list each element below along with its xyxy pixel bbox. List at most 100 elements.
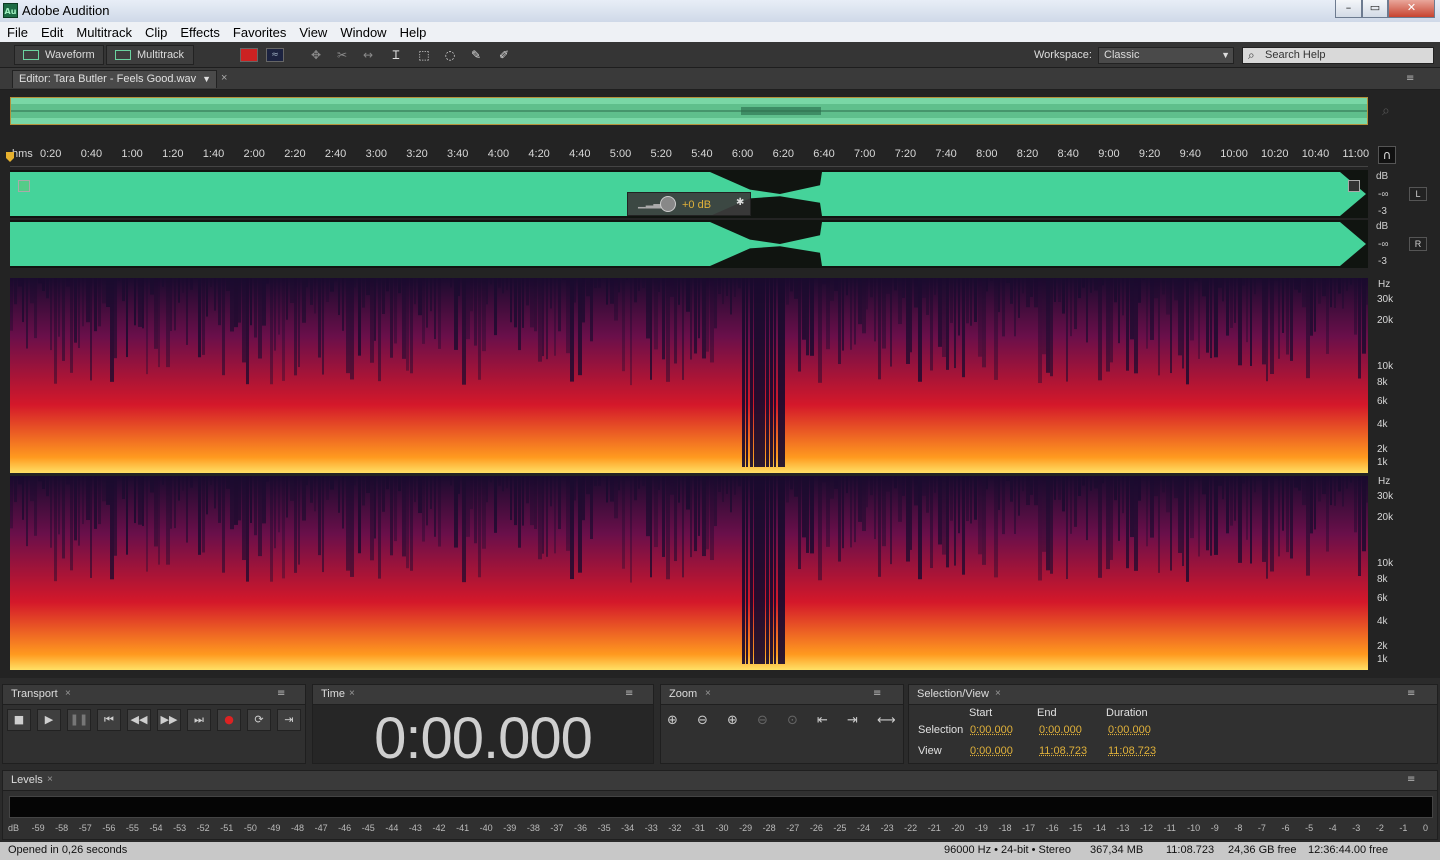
maximize-button[interactable]: ▭ xyxy=(1362,0,1388,18)
spectral-display-left[interactable] xyxy=(10,278,1368,473)
menu-window[interactable]: Window xyxy=(333,22,392,40)
gain-knob[interactable] xyxy=(660,196,676,212)
workspace-select[interactable]: Classic ▼ xyxy=(1098,47,1234,64)
channel-left-toggle[interactable]: L xyxy=(1409,187,1427,201)
close-tab-icon[interactable]: × xyxy=(705,688,711,699)
transport-tab[interactable]: Transport xyxy=(11,688,58,700)
spot-healing-brush-icon[interactable]: ✐ xyxy=(494,46,514,64)
ruler-tick-label: 6:00 xyxy=(731,148,754,160)
waveform-view-button[interactable]: Waveform xyxy=(14,45,104,65)
overview-bar[interactable] xyxy=(10,97,1368,125)
main-toolbar: Waveform Multitrack ≈ ✥ ✂ ↔ Ɪ ⬚ ◌ ✎ ✐ Wo… xyxy=(0,42,1440,68)
zoom-selection-icon[interactable]: ⊙ xyxy=(787,713,798,728)
zoom-in-amplitude-icon[interactable]: ⊕ xyxy=(667,713,678,728)
selection-start-value[interactable]: 0:00.000 xyxy=(970,724,1013,736)
minimize-button[interactable]: – xyxy=(1335,0,1362,18)
level-scale-label: -43 xyxy=(408,823,422,833)
ruler-tick-label: 8:20 xyxy=(1016,148,1039,160)
level-scale-label: -13 xyxy=(1116,823,1130,833)
panel-menu-icon[interactable]: ≡ xyxy=(277,688,291,699)
pin-icon[interactable]: ✱ xyxy=(736,197,744,208)
lasso-selection-tool-icon[interactable]: ◌ xyxy=(440,46,460,64)
close-tab-icon[interactable]: × xyxy=(221,72,227,84)
rewind-button[interactable]: ◀◀ xyxy=(127,709,151,731)
headphones-icon[interactable]: ∩ xyxy=(1378,146,1396,164)
fade-out-handle-icon[interactable] xyxy=(1348,180,1360,192)
multitrack-view-button[interactable]: Multitrack xyxy=(106,45,194,65)
slip-tool-icon[interactable]: ↔ xyxy=(358,46,378,64)
panel-menu-icon[interactable]: ≡ xyxy=(873,688,887,699)
menu-file[interactable]: File xyxy=(0,22,34,40)
brush-selection-tool-icon[interactable]: ✎ xyxy=(466,46,486,64)
play-button[interactable]: ▶ xyxy=(37,709,61,731)
time-display[interactable]: 0:00.000 xyxy=(313,705,653,772)
view-start-value[interactable]: 0:00.000 xyxy=(970,745,1013,757)
close-tab-icon[interactable]: × xyxy=(995,688,1001,699)
waveform-right-channel[interactable] xyxy=(10,220,1368,268)
panel-menu-icon[interactable]: ≡ xyxy=(1407,774,1421,785)
menu-clip[interactable]: Clip xyxy=(138,22,173,40)
close-tab-icon[interactable]: × xyxy=(65,688,71,699)
levels-tab[interactable]: Levels xyxy=(11,774,43,786)
time-tab[interactable]: Time xyxy=(321,688,345,700)
level-scale-label: -9 xyxy=(1210,823,1219,833)
level-scale-label: -47 xyxy=(314,823,328,833)
time-selection-tool-icon[interactable]: Ɪ xyxy=(386,46,406,64)
zoom-out-full-icon[interactable]: ⊖ xyxy=(757,713,768,728)
stop-button[interactable]: ■ xyxy=(7,709,31,731)
view-duration-value[interactable]: 11:08.723 xyxy=(1108,745,1156,757)
selection-view-panel: Selection/View × ≡ Start End Duration Se… xyxy=(908,684,1438,764)
editor-tab[interactable]: Editor: Tara Butler - Feels Good.wav ▼ xyxy=(12,70,217,88)
pause-button[interactable]: ❚❚ xyxy=(67,709,91,731)
ruler-tick-label: 10:20 xyxy=(1261,148,1289,160)
zoom-in-time-icon[interactable]: ⊕ xyxy=(727,713,738,728)
skip-selection-button[interactable]: ⇥ xyxy=(277,709,301,731)
spectral-frequency-display-icon[interactable] xyxy=(240,48,258,62)
gain-value[interactable]: +0 dB xyxy=(682,199,711,211)
panel-menu-icon[interactable]: ≡ xyxy=(1406,73,1420,84)
zoom-reset-icon[interactable]: ⟷ xyxy=(877,713,896,728)
spectral-display-right[interactable] xyxy=(10,476,1368,670)
fast-forward-button[interactable]: ▶▶ xyxy=(157,709,181,731)
menu-effects[interactable]: Effects xyxy=(173,22,226,40)
time-ruler[interactable]: hms 0:20 0:40 1:00 1:20 1:40 2:00 2:20 2:40 3:00… xyxy=(10,145,1369,167)
chevron-down-icon[interactable]: ▼ xyxy=(202,71,211,88)
loop-playback-button[interactable]: ⟳ xyxy=(247,709,271,731)
go-to-end-button[interactable]: ⏭ xyxy=(187,709,211,731)
level-scale-label: -40 xyxy=(479,823,493,833)
zoom-in-left-edge-icon[interactable]: ⇤ xyxy=(817,713,828,728)
zoom-out-amplitude-icon[interactable]: ⊖ xyxy=(697,713,708,728)
menu-view[interactable]: View xyxy=(292,22,333,40)
zoom-tab[interactable]: Zoom xyxy=(669,688,697,700)
level-scale-label: -5 xyxy=(1305,823,1314,833)
menu-favorites[interactable]: Favorites xyxy=(226,22,292,40)
menu-multitrack[interactable]: Multitrack xyxy=(69,22,138,40)
go-to-start-button[interactable]: ⏮ xyxy=(97,709,121,731)
zoom-in-right-edge-icon[interactable]: ⇥ xyxy=(847,713,858,728)
channel-right-toggle[interactable]: R xyxy=(1409,237,1427,251)
level-bars-icon: ▁▂▃ xyxy=(638,198,662,209)
menu-edit[interactable]: Edit xyxy=(34,22,69,40)
fade-in-handle-icon[interactable] xyxy=(18,180,30,192)
level-scale-label: -31 xyxy=(691,823,705,833)
zoom-to-fit-icon[interactable]: ⌕ xyxy=(1382,103,1400,121)
selection-view-tab[interactable]: Selection/View xyxy=(917,688,989,700)
panel-menu-icon[interactable]: ≡ xyxy=(1407,688,1421,699)
search-help-input[interactable]: ⌕ Search Help xyxy=(1242,47,1434,64)
close-window-button[interactable]: ✕ xyxy=(1388,0,1435,18)
marquee-selection-tool-icon[interactable]: ⬚ xyxy=(414,46,434,64)
level-scale-label: -15 xyxy=(1069,823,1083,833)
selection-end-value[interactable]: 0:00.000 xyxy=(1039,724,1082,736)
close-tab-icon[interactable]: × xyxy=(349,688,355,699)
menu-help[interactable]: Help xyxy=(393,22,433,40)
level-scale-label: -25 xyxy=(833,823,847,833)
ruler-tick-label: 4:00 xyxy=(487,148,510,160)
spectral-pitch-display-icon[interactable]: ≈ xyxy=(266,48,284,62)
panel-menu-icon[interactable]: ≡ xyxy=(625,688,639,699)
record-button[interactable]: ● xyxy=(217,709,241,731)
close-tab-icon[interactable]: × xyxy=(47,774,53,785)
view-end-value[interactable]: 11:08.723 xyxy=(1039,745,1087,757)
selection-duration-value[interactable]: 0:00.000 xyxy=(1108,724,1151,736)
move-tool-icon[interactable]: ✥ xyxy=(306,46,326,64)
razor-tool-icon[interactable]: ✂ xyxy=(332,46,352,64)
